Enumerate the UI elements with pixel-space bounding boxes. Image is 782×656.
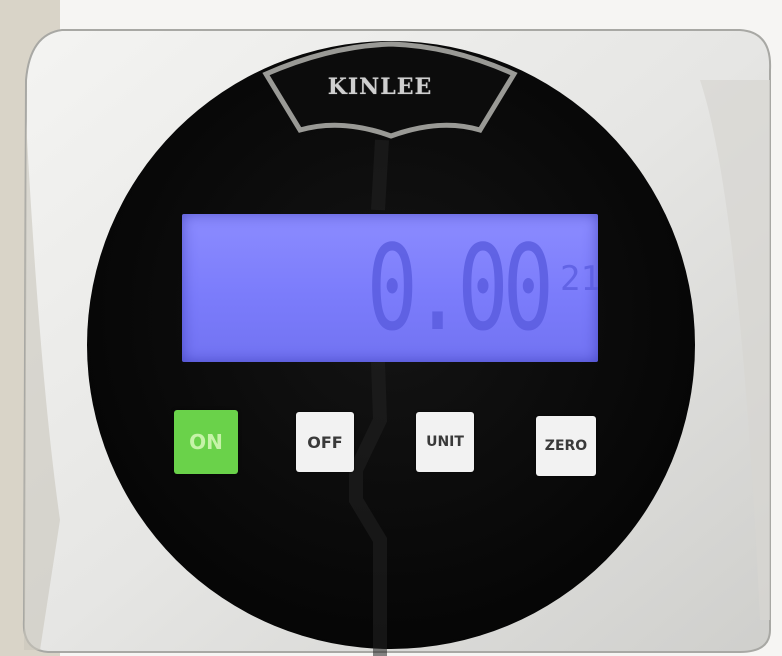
zero-button[interactable]: ZERO <box>536 416 596 476</box>
brand-logo: KINLEE <box>327 74 433 100</box>
unit-button[interactable]: UNIT <box>416 412 474 472</box>
off-button[interactable]: OFF <box>296 412 354 472</box>
on-button[interactable]: ON <box>174 410 238 474</box>
unit-indicator: 21 <box>560 259 598 299</box>
scale-photo: KINLEE 0.00 21 ON OFF UNIT ZERO <box>0 0 782 656</box>
weight-reading: 0.00 <box>366 219 553 357</box>
lcd-display: 0.00 21 <box>182 214 598 362</box>
